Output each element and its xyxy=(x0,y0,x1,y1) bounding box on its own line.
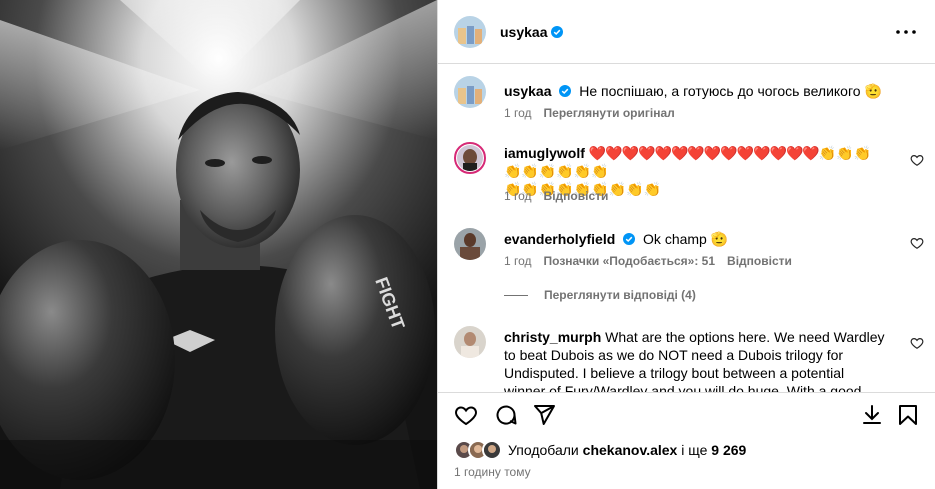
view-replies-button[interactable]: Переглянути відповіді (4) xyxy=(504,288,696,302)
caption-time[interactable]: 1 год xyxy=(504,106,532,120)
verified-badge-icon xyxy=(623,233,636,245)
post-dialog: FIGHT usykaa usykaa Не поспішаю, а готую… xyxy=(0,0,935,489)
comment-bubble-icon[interactable] xyxy=(494,403,518,427)
download-icon[interactable] xyxy=(860,403,884,427)
comment-like-count[interactable]: Позначки «Подобається»: 51 xyxy=(544,254,715,268)
comment-item: iamuglywolf ❤️❤️❤️❤️❤️❤️❤️❤️❤️❤️❤️❤️❤️❤️… xyxy=(454,142,924,204)
view-replies-label: Переглянути відповіді (4) xyxy=(544,288,696,302)
author-avatar[interactable] xyxy=(454,15,486,48)
translate-link[interactable]: Переглянути оригінал xyxy=(544,106,675,120)
liker-avatar xyxy=(482,440,502,460)
commenter-username[interactable]: evanderholyfield xyxy=(504,231,615,247)
boxer-photo: FIGHT xyxy=(0,0,437,489)
save-bookmark-icon[interactable] xyxy=(896,403,920,427)
caption: usykaa Не поспішаю, а готуюсь до чогось … xyxy=(454,76,924,126)
replies-divider xyxy=(504,294,528,296)
liked-by-user[interactable]: chekanov.alex xyxy=(583,442,678,458)
liked-by-prefix: Уподобали xyxy=(508,442,579,458)
commenter-avatar[interactable] xyxy=(454,326,486,358)
post-timestamp[interactable]: 1 годину тому xyxy=(454,465,531,479)
commenter-avatar[interactable] xyxy=(454,228,486,260)
commenter-username[interactable]: iamuglywolf xyxy=(504,145,585,161)
liked-by-middle: і ще xyxy=(681,442,708,458)
commenter-avatar[interactable] xyxy=(454,142,486,174)
liked-by-count[interactable]: 9 269 xyxy=(711,442,746,458)
caption-avatar[interactable] xyxy=(454,76,486,108)
post-header: usykaa xyxy=(438,0,935,64)
like-comment-heart-icon[interactable] xyxy=(910,153,924,167)
comment-text: Ok champ 🫡 xyxy=(643,231,729,247)
comment-hearts: ❤️❤️❤️❤️❤️❤️❤️❤️❤️❤️❤️❤️❤️❤️ xyxy=(588,145,820,161)
comment-item: christy_murph What are the options here.… xyxy=(454,326,924,392)
verified-badge-icon xyxy=(559,85,572,97)
liked-by-row[interactable]: Уподобали chekanov.alex і ще 9 269 xyxy=(454,438,746,462)
caption-text: Не поспішаю, а готуюсь до чогось великог… xyxy=(579,83,882,99)
more-icon xyxy=(896,30,916,34)
post-side-panel: usykaa usykaa Не поспішаю, а готуюсь до … xyxy=(437,0,935,489)
caption-username[interactable]: usykaa xyxy=(504,83,551,99)
post-actions-bar xyxy=(438,392,935,436)
more-options-button[interactable] xyxy=(894,20,918,44)
post-photo[interactable]: FIGHT xyxy=(0,0,437,489)
like-comment-heart-icon[interactable] xyxy=(910,336,924,350)
verified-badge-icon xyxy=(551,25,564,38)
like-comment-heart-icon[interactable] xyxy=(910,236,924,250)
share-send-icon[interactable] xyxy=(532,403,556,427)
author-username[interactable]: usykaa xyxy=(500,24,547,40)
reply-button[interactable]: Відповісти xyxy=(727,254,792,268)
comment-item: evanderholyfield Ok champ 🫡 1 год Познач… xyxy=(454,228,924,272)
like-heart-icon[interactable] xyxy=(454,403,478,427)
commenter-username[interactable]: christy_murph xyxy=(504,329,601,345)
comment-time[interactable]: 1 год xyxy=(504,189,532,203)
reply-button[interactable]: Відповісти xyxy=(544,189,609,203)
comments-list[interactable]: usykaa Не поспішаю, а готуюсь до чогось … xyxy=(438,64,935,392)
comment-time[interactable]: 1 год xyxy=(504,254,532,268)
